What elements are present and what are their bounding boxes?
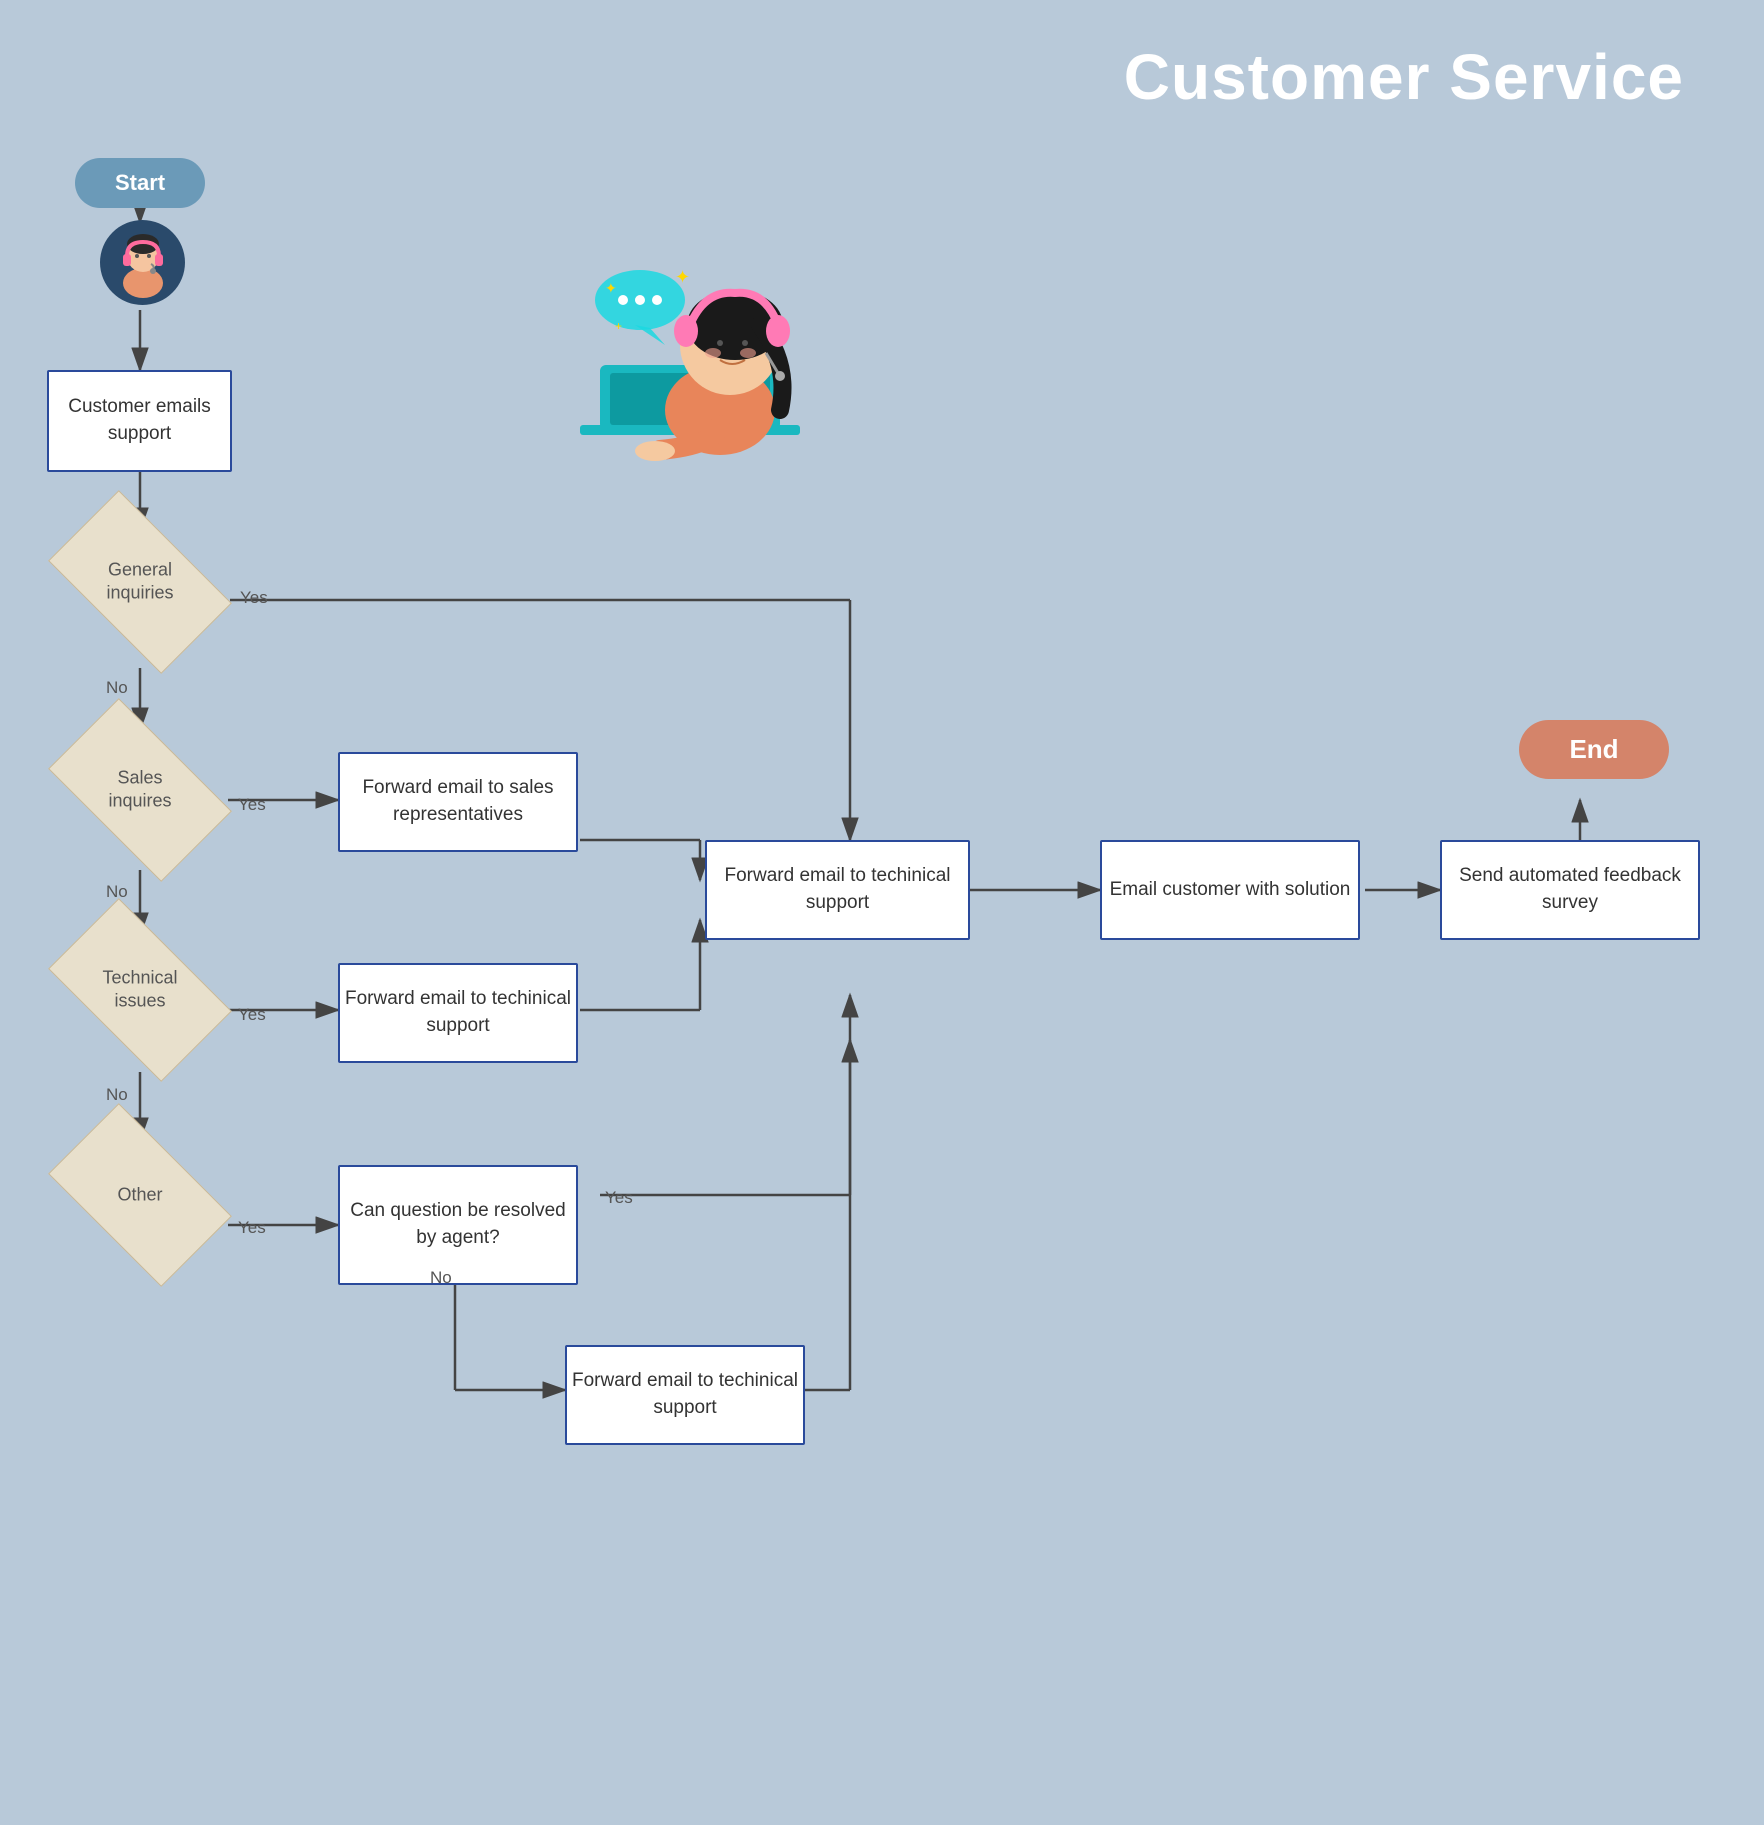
end-node: End [1519,720,1669,779]
forward-tech-main-box: Forward email to techinical support [705,840,970,940]
customer-emails-box: Customer emails support [47,370,232,472]
forward-tech-1-box: Forward email to techinical support [338,963,578,1063]
general-inquiries-diamond: General inquiries [60,532,220,632]
svg-text:+: + [615,319,622,333]
other-diamond: Other [60,1145,220,1245]
avatar-icon [100,220,185,305]
forward-sales-box: Forward email to sales representatives [338,752,578,852]
general-yes-label: Yes [240,588,268,608]
page-title: Customer Service [1124,40,1684,114]
general-no-label: No [106,678,128,698]
svg-text:✦: ✦ [605,280,617,296]
forward-tech-bottom-box: Forward email to techinical support [565,1345,805,1445]
technical-yes-label: Yes [238,1005,266,1025]
illustration: ✦ ✦ + [520,235,860,495]
technical-issues-diamond: Technical issues [60,940,220,1040]
can-resolve-yes-label: Yes [605,1188,633,1208]
technical-no-label: No [106,1085,128,1105]
can-resolve-no-label: No [430,1268,452,1288]
can-resolve-box: Can question be resolved by agent? [338,1165,578,1285]
svg-text:✦: ✦ [675,267,690,287]
sales-inquires-diamond: Sales inquires [60,740,220,840]
other-yes-label: Yes [238,1218,266,1238]
start-node: Start [75,158,205,208]
send-survey-box: Send automated feedback survey [1440,840,1700,940]
sales-yes-label: Yes [238,795,266,815]
email-customer-box: Email customer with solution [1100,840,1360,940]
